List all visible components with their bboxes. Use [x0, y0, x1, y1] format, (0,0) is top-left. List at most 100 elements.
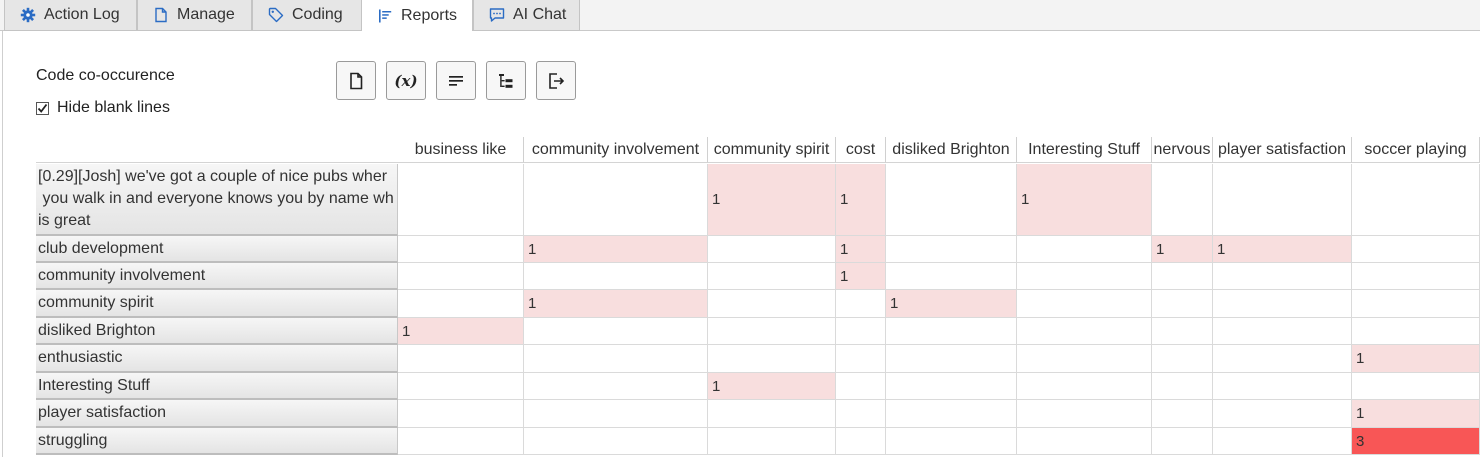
- table-cell[interactable]: [398, 263, 524, 290]
- table-cell[interactable]: [836, 428, 886, 455]
- table-cell[interactable]: [1152, 428, 1213, 455]
- table-cell[interactable]: 1: [1152, 236, 1213, 263]
- hide-blank-lines-option[interactable]: Hide blank lines: [36, 99, 170, 117]
- table-cell[interactable]: 1: [1017, 164, 1152, 236]
- row-header[interactable]: [0.29][Josh] we've got a couple of nice …: [36, 164, 398, 236]
- table-cell[interactable]: [1213, 318, 1352, 345]
- column-header[interactable]: cost: [836, 137, 886, 163]
- table-cell[interactable]: [524, 400, 708, 428]
- table-cell[interactable]: [398, 236, 524, 263]
- variable-button[interactable]: (x): [386, 61, 426, 100]
- table-cell[interactable]: [1017, 236, 1152, 263]
- table-cell[interactable]: 1: [1352, 345, 1480, 373]
- table-cell[interactable]: 3: [1352, 428, 1480, 455]
- table-cell[interactable]: [836, 290, 886, 318]
- table-cell[interactable]: 1: [836, 236, 886, 263]
- table-cell[interactable]: 1: [886, 290, 1017, 318]
- table-cell[interactable]: [1213, 290, 1352, 318]
- table-cell[interactable]: 1: [524, 236, 708, 263]
- table-cell[interactable]: 1: [708, 373, 836, 400]
- row-header[interactable]: player satisfaction: [36, 400, 398, 428]
- table-cell[interactable]: 1: [1352, 400, 1480, 428]
- table-cell[interactable]: [398, 428, 524, 455]
- column-header[interactable]: nervous: [1152, 137, 1213, 163]
- table-cell[interactable]: 1: [398, 318, 524, 345]
- text-lines-button[interactable]: [436, 61, 476, 100]
- row-header[interactable]: club development: [36, 236, 398, 263]
- table-cell[interactable]: [1352, 290, 1480, 318]
- table-cell[interactable]: [398, 164, 524, 236]
- tab-manage[interactable]: Manage: [137, 0, 252, 31]
- table-cell[interactable]: [1152, 318, 1213, 345]
- table-cell[interactable]: [1017, 428, 1152, 455]
- tree-button[interactable]: [486, 61, 526, 100]
- table-cell[interactable]: [886, 400, 1017, 428]
- table-cell[interactable]: [524, 318, 708, 345]
- table-cell[interactable]: [524, 428, 708, 455]
- table-cell[interactable]: [1213, 164, 1352, 236]
- table-cell[interactable]: [886, 236, 1017, 263]
- table-cell[interactable]: [886, 164, 1017, 236]
- tab-coding[interactable]: Coding: [252, 0, 362, 31]
- column-header[interactable]: Interesting Stuff: [1017, 137, 1152, 163]
- column-header[interactable]: player satisfaction: [1213, 137, 1352, 163]
- table-cell[interactable]: [1352, 263, 1480, 290]
- table-cell[interactable]: [524, 263, 708, 290]
- table-cell[interactable]: [1152, 345, 1213, 373]
- table-cell[interactable]: [1152, 263, 1213, 290]
- table-cell[interactable]: [708, 236, 836, 263]
- document-button[interactable]: [336, 61, 376, 100]
- row-header[interactable]: struggling: [36, 428, 398, 455]
- tab-reports[interactable]: Reports: [361, 0, 473, 32]
- table-cell[interactable]: [1352, 164, 1480, 236]
- hide-blank-lines-checkbox[interactable]: [36, 101, 49, 115]
- table-cell[interactable]: [1017, 263, 1152, 290]
- table-cell[interactable]: [1152, 400, 1213, 428]
- table-cell[interactable]: [524, 373, 708, 400]
- row-header[interactable]: disliked Brighton: [36, 318, 398, 345]
- column-header[interactable]: disliked Brighton: [886, 137, 1017, 163]
- table-cell[interactable]: [1213, 428, 1352, 455]
- table-cell[interactable]: 1: [1213, 236, 1352, 263]
- table-cell[interactable]: 1: [708, 164, 836, 236]
- table-cell[interactable]: 1: [836, 164, 886, 236]
- table-cell[interactable]: [836, 400, 886, 428]
- table-cell[interactable]: [1213, 263, 1352, 290]
- table-cell[interactable]: [524, 164, 708, 236]
- table-cell[interactable]: [886, 428, 1017, 455]
- table-cell[interactable]: [1017, 318, 1152, 345]
- table-cell[interactable]: [708, 290, 836, 318]
- table-cell[interactable]: [1352, 318, 1480, 345]
- table-cell[interactable]: [1017, 290, 1152, 318]
- table-cell[interactable]: [398, 345, 524, 373]
- table-cell[interactable]: [886, 345, 1017, 373]
- table-cell[interactable]: [1017, 345, 1152, 373]
- table-cell[interactable]: [1152, 164, 1213, 236]
- table-cell[interactable]: [1352, 373, 1480, 400]
- table-cell[interactable]: [708, 345, 836, 373]
- table-cell[interactable]: [524, 345, 708, 373]
- table-cell[interactable]: [1213, 373, 1352, 400]
- table-cell[interactable]: 1: [836, 263, 886, 290]
- table-cell[interactable]: [1213, 400, 1352, 428]
- column-header[interactable]: soccer playing: [1352, 137, 1480, 163]
- table-cell[interactable]: [708, 400, 836, 428]
- table-cell[interactable]: [1352, 236, 1480, 263]
- table-cell[interactable]: [836, 373, 886, 400]
- column-header[interactable]: community spirit: [708, 137, 836, 163]
- column-header[interactable]: business like: [398, 137, 524, 163]
- table-cell[interactable]: [886, 318, 1017, 345]
- row-header[interactable]: community involvement: [36, 263, 398, 290]
- table-cell[interactable]: [1017, 373, 1152, 400]
- export-button[interactable]: [536, 61, 576, 100]
- table-cell[interactable]: [398, 373, 524, 400]
- table-cell[interactable]: [1213, 345, 1352, 373]
- tab-ai-chat[interactable]: AI Chat: [473, 0, 580, 31]
- table-cell[interactable]: [836, 345, 886, 373]
- tab-action-log[interactable]: Action Log: [4, 0, 137, 31]
- table-cell[interactable]: [398, 290, 524, 318]
- table-cell[interactable]: [398, 400, 524, 428]
- column-header[interactable]: community involvement: [524, 137, 708, 163]
- table-cell[interactable]: [1152, 290, 1213, 318]
- row-header[interactable]: enthusiastic: [36, 345, 398, 373]
